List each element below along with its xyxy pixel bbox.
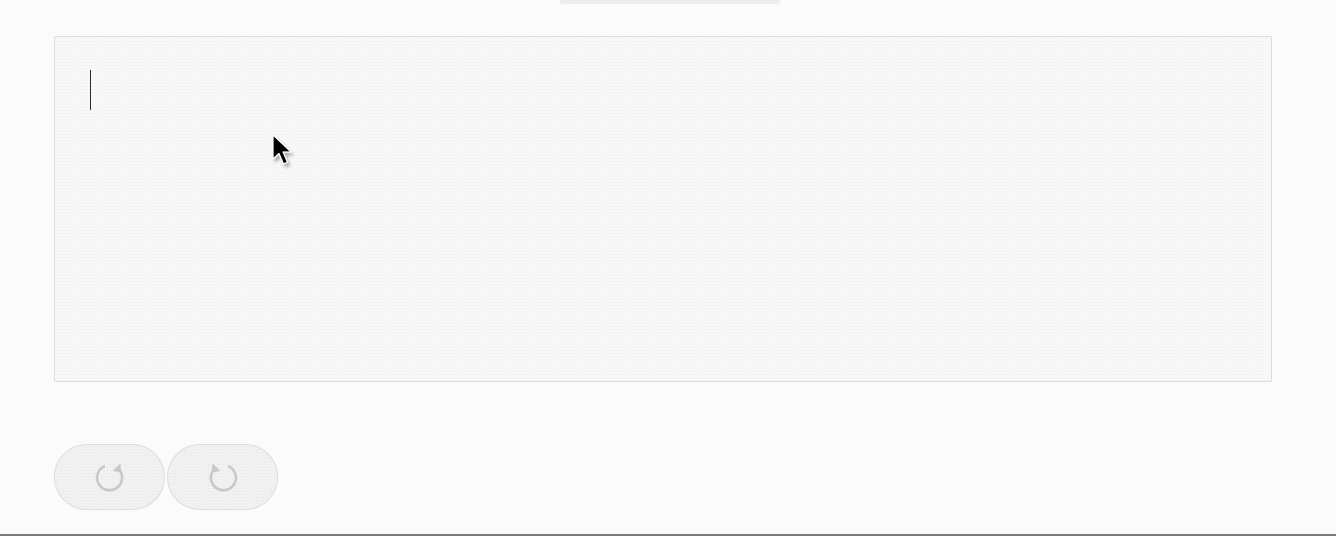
undo-icon xyxy=(95,463,123,492)
redo-icon xyxy=(209,463,237,492)
undo-button[interactable] xyxy=(54,444,165,510)
mouse-pointer-icon xyxy=(272,134,292,165)
redo-button[interactable] xyxy=(167,444,278,510)
top-header-edge xyxy=(560,0,780,4)
text-editor[interactable] xyxy=(54,36,1272,382)
text-caret xyxy=(90,70,91,110)
